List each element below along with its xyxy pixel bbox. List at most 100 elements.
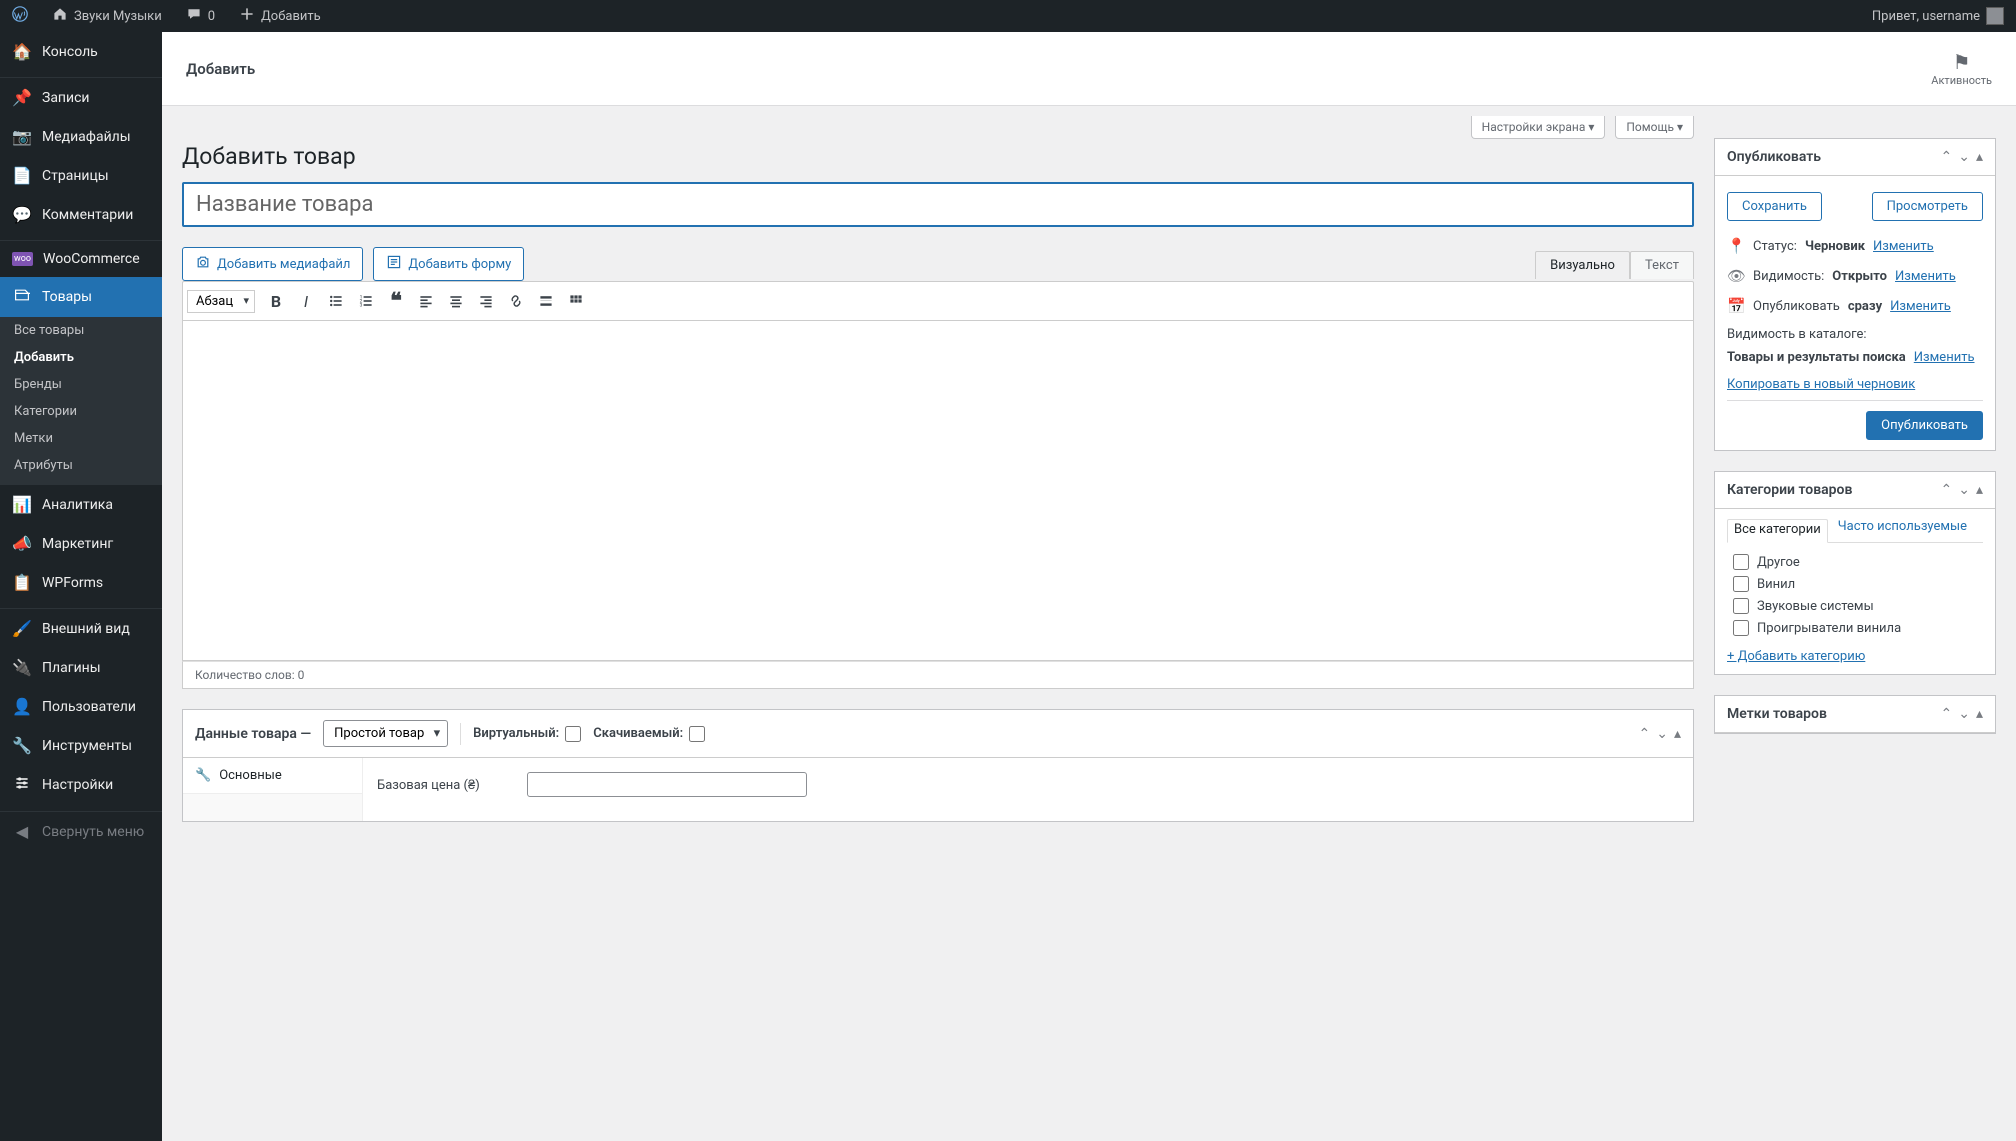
editor-tab-text[interactable]: Текст: [1630, 251, 1694, 279]
sub-tags[interactable]: Метки: [0, 425, 162, 452]
publish-button[interactable]: Опубликовать: [1866, 411, 1983, 440]
edit-publish-date-link[interactable]: Изменить: [1890, 299, 1951, 314]
category-checkbox[interactable]: [1733, 620, 1749, 636]
chevron-up-icon[interactable]: ⌃: [1941, 482, 1953, 498]
site-link[interactable]: Звуки Музыки: [40, 0, 174, 32]
ol-button[interactable]: 123: [351, 286, 381, 316]
screen-options-button[interactable]: Настройки экрана ▾: [1471, 116, 1606, 139]
categories-title: Категории товаров: [1727, 482, 1941, 498]
chevron-up-icon[interactable]: ⌃: [1941, 706, 1953, 722]
svg-text:3: 3: [360, 303, 363, 309]
form-icon: 📋: [12, 573, 32, 592]
product-title-input[interactable]: [182, 182, 1694, 227]
wrench-icon: 🔧: [12, 736, 32, 755]
chevron-down-icon[interactable]: ⌄: [1958, 482, 1970, 498]
editor-body[interactable]: [182, 321, 1694, 661]
base-price-input[interactable]: [527, 772, 807, 797]
editor-tab-visual[interactable]: Визуально: [1535, 251, 1630, 279]
align-left-button[interactable]: [411, 286, 441, 316]
sidebar-item-woocommerce[interactable]: woo WooCommerce: [0, 241, 162, 277]
help-button[interactable]: Помощь ▾: [1615, 116, 1694, 139]
category-checkbox[interactable]: [1733, 576, 1749, 592]
virtual-checkbox-label[interactable]: Виртуальный:: [473, 726, 581, 742]
add-new-link[interactable]: Добавить: [227, 0, 333, 32]
cat-tab-frequent[interactable]: Часто используемые: [1838, 519, 1967, 534]
chevron-down-icon[interactable]: ⌄: [1656, 726, 1668, 742]
edit-status-link[interactable]: Изменить: [1873, 239, 1934, 254]
chevron-down-icon[interactable]: ⌄: [1958, 706, 1970, 722]
products-icon: [12, 287, 32, 307]
greeting-text: Привет, username: [1872, 9, 1980, 24]
sub-attributes[interactable]: Атрибуты: [0, 452, 162, 485]
collapse-icon[interactable]: ▴: [1976, 706, 1983, 722]
category-checkbox[interactable]: [1733, 598, 1749, 614]
align-right-button[interactable]: [471, 286, 501, 316]
virtual-checkbox[interactable]: [565, 726, 581, 742]
sidebar-item-pages[interactable]: 📄 Страницы: [0, 156, 162, 195]
align-center-button[interactable]: [441, 286, 471, 316]
sub-add-product[interactable]: Добавить: [0, 344, 162, 371]
sidebar-item-console[interactable]: 🏠 Консоль: [0, 32, 162, 71]
chevron-up-icon[interactable]: ⌃: [1639, 726, 1651, 742]
collapse-icon[interactable]: ▴: [1976, 482, 1983, 498]
sidebar-item-settings[interactable]: Настройки: [0, 765, 162, 805]
admin-bar: Звуки Музыки 0 Добавить Привет, username: [0, 0, 2016, 32]
page-header-bar: Добавить ⚑ Активность: [162, 32, 2016, 106]
collapse-icon[interactable]: ▴: [1674, 726, 1681, 742]
sidebar-item-wpforms[interactable]: 📋 WPForms: [0, 563, 162, 602]
sub-categories[interactable]: Категории: [0, 398, 162, 425]
product-type-select[interactable]: Простой товар: [323, 720, 448, 747]
sub-brands[interactable]: Бренды: [0, 371, 162, 398]
toolbar-toggle-button[interactable]: [561, 286, 591, 316]
link-button[interactable]: [501, 286, 531, 316]
chevron-down-icon[interactable]: ⌄: [1958, 149, 1970, 165]
downloadable-checkbox-label[interactable]: Скачиваемый:: [593, 726, 705, 742]
readmore-button[interactable]: [531, 286, 561, 316]
add-form-button[interactable]: Добавить форму: [373, 247, 524, 281]
sidebar-item-media[interactable]: 📷 Медиафайлы: [0, 117, 162, 156]
bold-button[interactable]: B: [261, 286, 291, 316]
format-select[interactable]: Абзац: [187, 290, 255, 313]
italic-button[interactable]: I: [291, 286, 321, 316]
category-checkbox[interactable]: [1733, 554, 1749, 570]
edit-catalog-link[interactable]: Изменить: [1914, 350, 1975, 365]
comments-link[interactable]: 0: [174, 0, 227, 32]
save-draft-button[interactable]: Сохранить: [1727, 192, 1822, 221]
ul-button[interactable]: [321, 286, 351, 316]
preview-button[interactable]: Просмотреть: [1872, 192, 1983, 221]
sidebar-item-marketing[interactable]: 📣 Маркетинг: [0, 524, 162, 563]
sidebar-item-posts[interactable]: 📌 Записи: [0, 78, 162, 117]
sidebar-item-products[interactable]: Товары: [0, 277, 162, 317]
sidebar-item-comments[interactable]: 💬 Комментарии: [0, 195, 162, 234]
sidebar-item-plugins[interactable]: 🔌 Плагины: [0, 648, 162, 687]
downloadable-checkbox[interactable]: [689, 726, 705, 742]
copy-draft-link[interactable]: Копировать в новый черновик: [1727, 377, 1983, 392]
sidebar-collapse[interactable]: ◀ Свернуть меню: [0, 812, 162, 851]
add-media-button[interactable]: Добавить медиафайл: [182, 247, 363, 281]
sidebar-item-users[interactable]: 👤 Пользователи: [0, 687, 162, 726]
chevron-up-icon[interactable]: ⌃: [1941, 149, 1953, 165]
user-greeting[interactable]: Привет, username: [1860, 0, 2016, 32]
header-title: Добавить: [186, 60, 255, 78]
cat-tab-all[interactable]: Все категории: [1727, 519, 1828, 543]
woo-icon: woo: [12, 252, 33, 266]
categories-box: Категории товаров ⌃ ⌄ ▴ Все категории Ча…: [1714, 471, 1996, 675]
form-icon: [386, 254, 402, 274]
quote-button[interactable]: ❝: [381, 286, 411, 316]
settings-icon: [12, 775, 32, 795]
page-title: Добавить товар: [182, 143, 1694, 170]
add-category-link[interactable]: + Добавить категорию: [1727, 649, 1983, 664]
comment-count: 0: [208, 9, 215, 24]
tags-title: Метки товаров: [1727, 706, 1941, 722]
sidebar-item-appearance[interactable]: 🖌️ Внешний вид: [0, 609, 162, 648]
product-tab-basic[interactable]: 🔧 Основные: [183, 758, 362, 794]
activity-button[interactable]: ⚑ Активность: [1931, 50, 1992, 87]
word-count: Количество слов: 0: [182, 661, 1694, 689]
wp-logo[interactable]: [0, 0, 40, 32]
sub-all-products[interactable]: Все товары: [0, 317, 162, 344]
avatar: [1986, 7, 2004, 25]
collapse-icon[interactable]: ▴: [1976, 149, 1983, 165]
sidebar-item-analytics[interactable]: 📊 Аналитика: [0, 485, 162, 524]
edit-visibility-link[interactable]: Изменить: [1895, 269, 1956, 284]
sidebar-item-tools[interactable]: 🔧 Инструменты: [0, 726, 162, 765]
